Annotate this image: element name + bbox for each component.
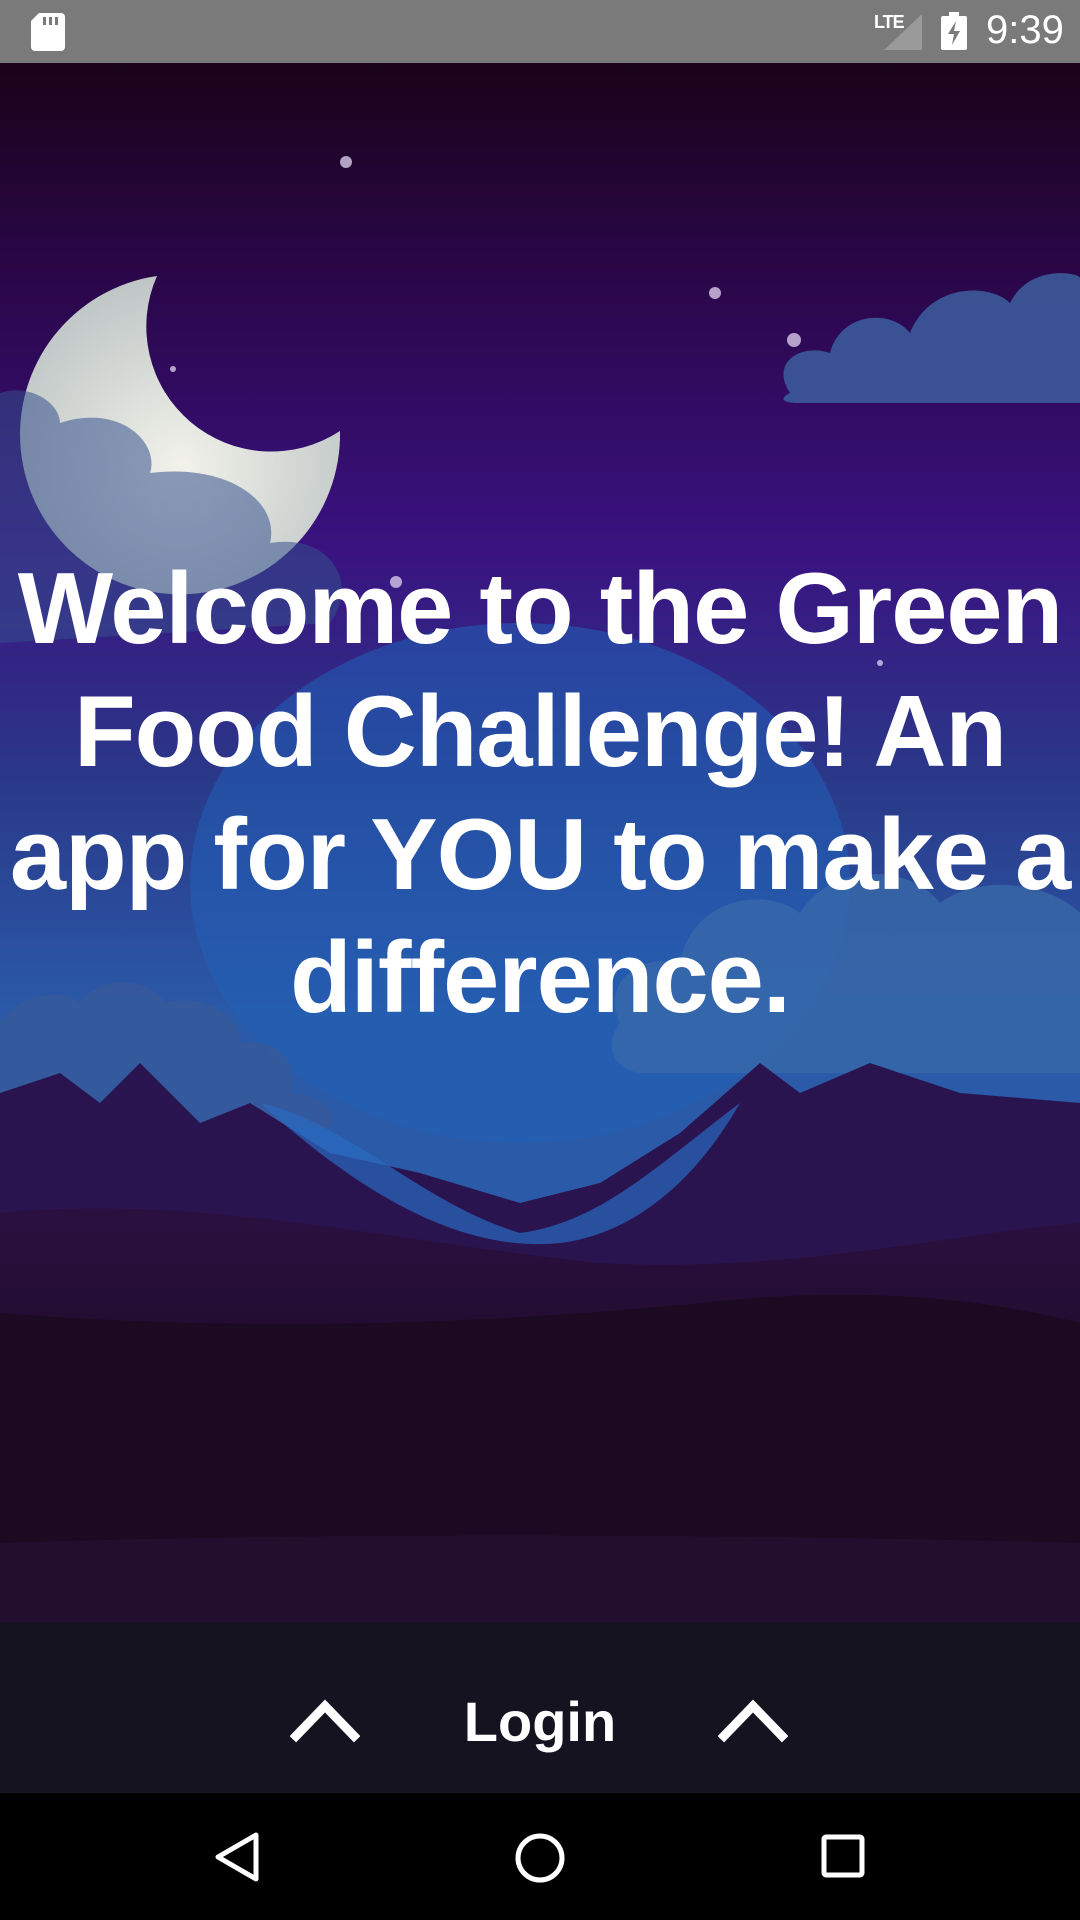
chevron-up-icon <box>290 1699 360 1743</box>
login-button[interactable]: Login <box>440 1690 640 1754</box>
recents-icon[interactable] <box>820 1833 866 1879</box>
back-icon[interactable] <box>212 1831 262 1883</box>
signal-icon <box>884 14 922 50</box>
battery-charging-icon <box>941 12 967 50</box>
welcome-headline: Welcome to the Green Food Challenge! An … <box>9 553 1071 1034</box>
navigation-bar <box>0 1793 1080 1920</box>
login-swipe-area[interactable]: Login <box>0 1682 1080 1762</box>
sd-card-icon <box>31 13 65 51</box>
clock: 9:39 <box>986 8 1064 52</box>
home-icon[interactable] <box>513 1831 567 1885</box>
welcome-screen: LTE 9:39 Welcome to the Green Food Chall… <box>0 0 1080 1920</box>
chevron-up-icon <box>718 1699 788 1743</box>
status-bar: LTE 9:39 <box>0 0 1080 63</box>
